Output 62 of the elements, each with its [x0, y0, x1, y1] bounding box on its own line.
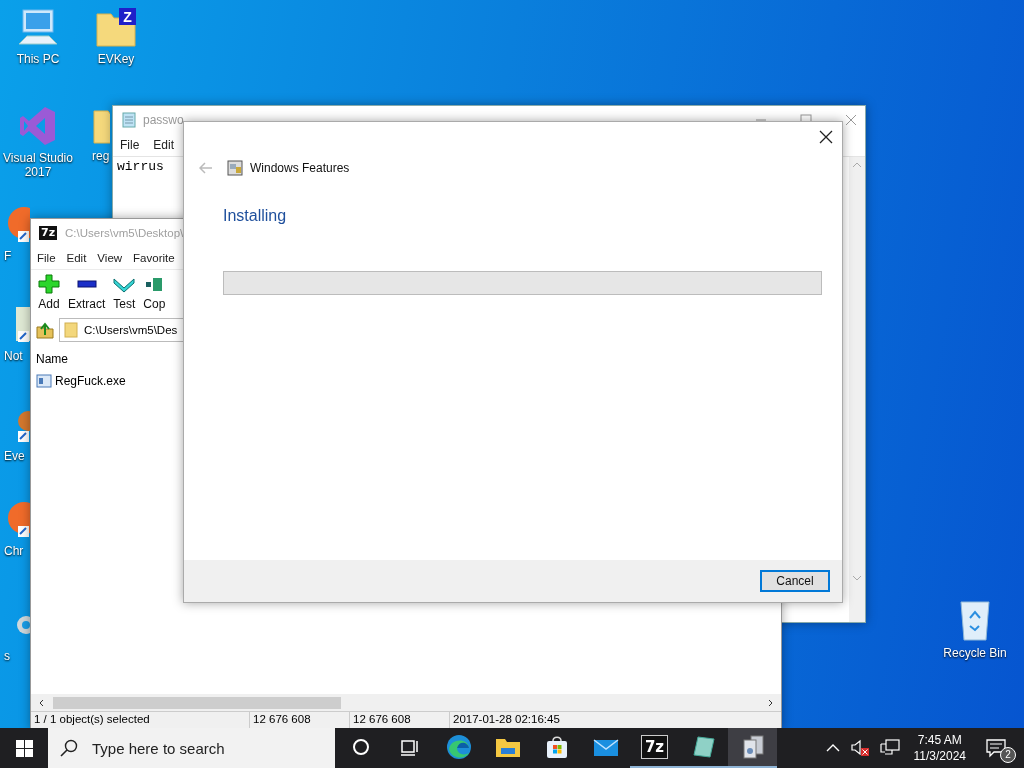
- toolbar-button[interactable]: Add: [34, 272, 64, 313]
- notification-button[interactable]: 2: [986, 733, 1016, 763]
- circle-icon: [351, 738, 370, 756]
- taskbar-app[interactable]: 7z: [630, 728, 679, 768]
- dialog-title: Windows Features: [250, 161, 350, 175]
- network-icon[interactable]: [879, 739, 900, 757]
- toolbar-button[interactable]: Cop: [139, 272, 170, 313]
- date-text: 11/3/2024: [913, 748, 966, 764]
- notepad-icon: [121, 112, 137, 128]
- taskbar-app[interactable]: [728, 728, 777, 768]
- folder-icon: [494, 736, 521, 758]
- windows-logo-icon: [15, 739, 33, 757]
- toolbar-button[interactable]: Test: [109, 272, 140, 313]
- folder-up-icon[interactable]: [35, 321, 55, 339]
- icon-label: F: [4, 249, 12, 263]
- mail-icon: [592, 737, 619, 757]
- cancel-button[interactable]: Cancel: [760, 570, 830, 592]
- computer-icon[interactable]: [17, 8, 59, 48]
- clock[interactable]: 7:45 AM 11/3/2024: [913, 732, 966, 764]
- window-icon: [227, 160, 243, 176]
- browser-icon: [445, 734, 472, 760]
- icon-label: Recycle Bin: [943, 646, 1007, 660]
- icon-label: Chr: [4, 544, 24, 558]
- task-view-icon: [399, 738, 420, 756]
- icon-label: s: [4, 649, 10, 663]
- icon-label: reg: [92, 149, 110, 163]
- app-logo: 7z: [640, 735, 669, 759]
- icon-label: Visual Studio 2017: [2, 151, 74, 179]
- search-icon: [60, 739, 78, 757]
- file-name[interactable]: RegFuck.exe: [55, 374, 126, 388]
- status-text: 2017-01-28 02:16:45: [452, 712, 561, 727]
- menu-item[interactable]: Favorite: [133, 252, 175, 264]
- notebook-icon: [691, 735, 716, 759]
- window-stack-icon: [740, 735, 765, 759]
- menu-item[interactable]: File: [37, 252, 56, 264]
- shopping-bag-icon: [544, 735, 569, 759]
- menu-item[interactable]: Edit: [153, 138, 175, 152]
- folder-icon: [64, 322, 78, 338]
- plus-icon: [38, 274, 60, 294]
- icon-label: This PC: [16, 52, 60, 66]
- icon-label: Not: [4, 349, 23, 363]
- document-text: wirrus: [116, 158, 165, 176]
- notification-count: 2: [1000, 747, 1016, 763]
- menu-item[interactable]: File: [120, 138, 140, 152]
- badge-letter: Z: [123, 9, 132, 25]
- program-file-icon: [36, 374, 52, 388]
- window-title: C:\Users\vm5\Desktop\: [65, 227, 184, 239]
- speaker-muted-icon[interactable]: [849, 739, 870, 757]
- icon-label: EVKey: [97, 52, 135, 66]
- app-logo: 7z: [39, 226, 58, 240]
- close-icon[interactable]: [819, 130, 833, 144]
- search-box[interactable]: Type here to search: [48, 728, 335, 768]
- menu-item[interactable]: Edit: [66, 252, 87, 264]
- status-heading: Installing: [223, 207, 288, 225]
- horizontal-scrollbar[interactable]: [31, 694, 781, 711]
- search-field[interactable]: Type here to search: [90, 738, 314, 758]
- menu-item[interactable]: View: [97, 252, 123, 264]
- time-text: 7:45 AM: [917, 732, 962, 748]
- icon-label: Eve: [4, 449, 25, 463]
- toolbar-button[interactable]: Extract: [64, 272, 110, 313]
- column-header[interactable]: Name: [36, 352, 68, 366]
- window-title: passwo: [143, 113, 184, 127]
